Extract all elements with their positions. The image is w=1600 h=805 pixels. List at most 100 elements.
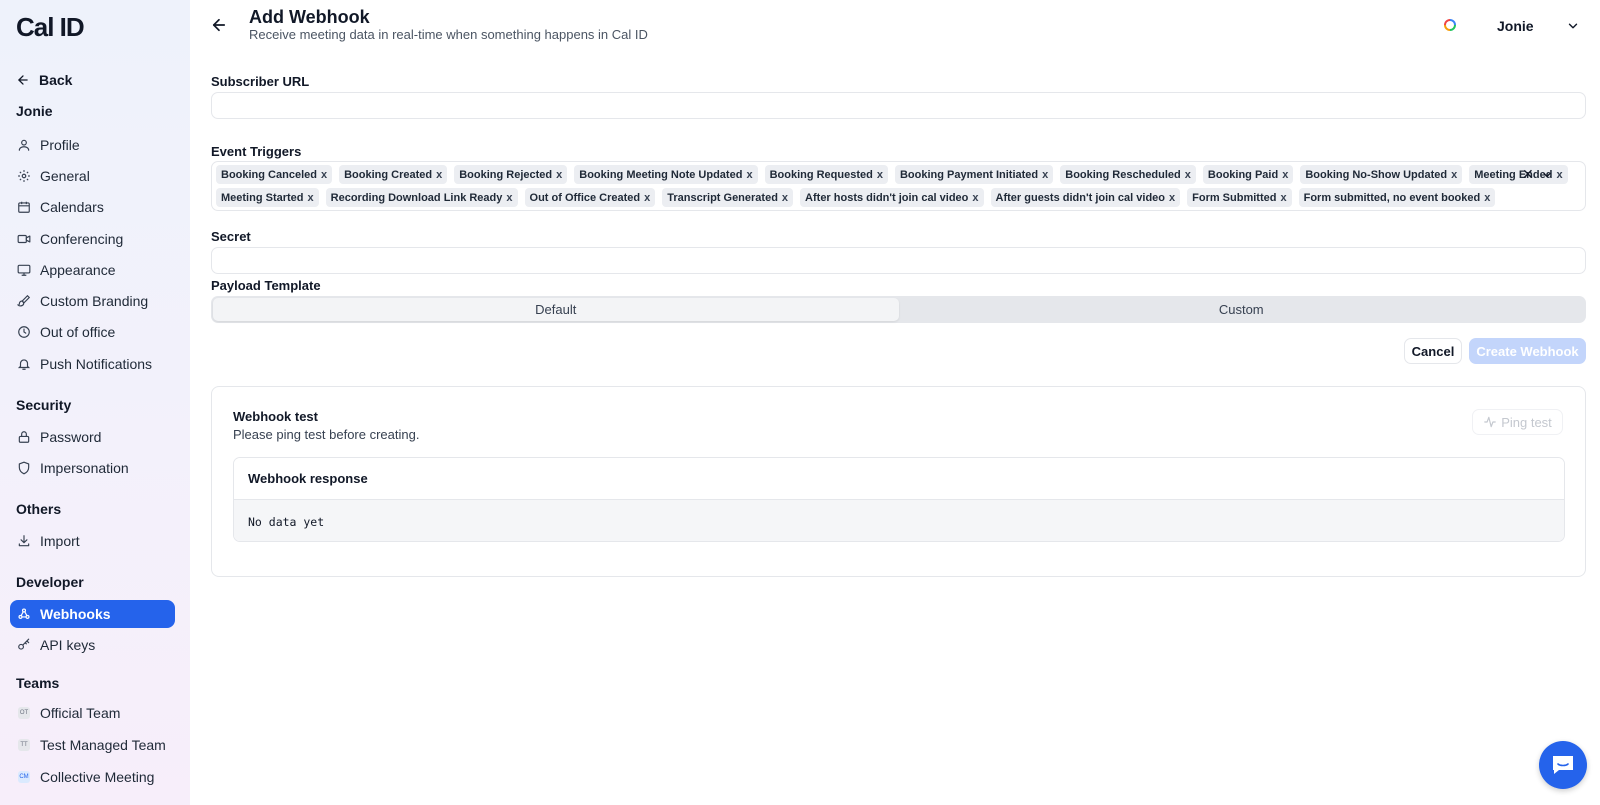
event-trigger-chip: After hosts didn't join cal video x [800,188,984,207]
sidebar-item-webhooks[interactable]: Webhooks [10,600,175,628]
video-icon [16,231,32,247]
remove-chip-icon[interactable]: x [644,192,650,204]
subscriber-url-input[interactable] [211,92,1586,119]
sidebar-item-label: Appearance [40,262,116,278]
sidebar-item-password[interactable]: Password [10,423,175,451]
create-webhook-button[interactable]: Create Webhook [1469,338,1586,364]
status-spinner-icon [1444,19,1456,31]
remove-chip-icon[interactable]: x [1042,169,1048,181]
webhook-response-panel: Webhook response No data yet [233,457,1565,542]
event-trigger-chip: Booking Rejected x [454,165,568,184]
webhook-response-title: Webhook response [234,458,1564,500]
payload-template-toggle: Default Custom [211,296,1586,323]
chevron-down-icon[interactable] [1541,169,1553,181]
sidebar-item-label: Import [40,533,80,549]
chat-bubble-icon [1553,756,1573,774]
remove-chip-icon[interactable]: x [1169,192,1175,204]
remove-chip-icon[interactable]: x [877,169,883,181]
monitor-icon [16,262,32,278]
secret-label: Secret [211,229,251,244]
remove-chip-icon[interactable]: x [1282,169,1288,181]
remove-chip-icon[interactable]: x [506,192,512,204]
calendar-icon [16,199,32,215]
chip-label: Form Submitted [1192,191,1277,204]
chip-label: Booking No-Show Updated [1305,168,1448,181]
shield-icon [16,460,32,476]
remove-chip-icon[interactable]: x [1556,169,1562,181]
sidebar-item-collective-meeting[interactable]: CM Collective Meeting [10,763,175,791]
chip-label: Booking Requested [769,168,873,181]
cancel-button[interactable]: Cancel [1404,338,1462,364]
chip-label: Booking Rejected [459,168,553,181]
chip-label: After hosts didn't join cal video [805,191,969,204]
sidebar-item-profile[interactable]: Profile [10,131,175,159]
remove-chip-icon[interactable]: x [1280,192,1286,204]
remove-chip-icon[interactable]: x [1185,169,1191,181]
sidebar-item-official-team[interactable]: OT Official Team [10,699,175,727]
sidebar-item-general[interactable]: General [10,162,175,190]
chip-label: Booking Paid [1207,168,1279,181]
sidebar-item-label: Official Team [40,705,121,721]
event-triggers-select[interactable]: Booking Canceled x Booking Created x Booking… [211,161,1586,211]
remove-chip-icon[interactable]: x [1451,169,1457,181]
webhook-response-body: No data yet [234,500,1564,541]
remove-chip-icon[interactable]: x [746,169,752,181]
sidebar-item-push-notifications[interactable]: Push Notifications [10,350,175,378]
remove-chip-icon[interactable]: x [556,169,562,181]
sidebar-item-label: Impersonation [40,460,129,476]
page-title: Add Webhook [249,7,370,27]
clear-all-icon[interactable]: ✕ [1522,166,1534,183]
sidebar-item-label: API keys [40,637,96,653]
event-trigger-chip: Booking Requested x [764,165,888,184]
gear-icon [16,168,32,184]
back-link[interactable]: Back [16,72,72,88]
sidebar-item-impersonation[interactable]: Impersonation [10,454,175,482]
team-avatar: TT [18,739,30,751]
main-content: Add Webhook Receive meeting data in real… [190,0,1600,805]
remove-chip-icon[interactable]: x [436,169,442,181]
brush-icon [16,293,32,309]
remove-chip-icon[interactable]: x [308,192,314,204]
user-menu-name[interactable]: Jonie [1497,18,1534,34]
chat-support-button[interactable] [1539,741,1587,789]
payload-option-custom[interactable]: Custom [899,298,1585,321]
sidebar-item-test-managed-team[interactable]: TT Test Managed Team [10,731,175,759]
sidebar-item-custom-branding[interactable]: Custom Branding [10,287,175,315]
sidebar-item-import[interactable]: Import [10,527,175,555]
chip-label: Booking Meeting Note Updated [579,168,743,181]
chevron-down-icon[interactable] [1566,19,1580,33]
payload-option-default[interactable]: Default [213,298,899,321]
arrow-left-icon[interactable] [210,16,228,34]
event-trigger-chip: Form submitted, no event booked x [1298,188,1496,207]
secret-input[interactable] [211,247,1586,274]
ping-test-label: Ping test [1501,414,1552,430]
webhook-test-subtitle: Please ping test before creating. [233,427,420,442]
user-icon [16,137,32,153]
sidebar-item-api-keys[interactable]: API keys [10,631,175,659]
sidebar-item-conferencing[interactable]: Conferencing [10,225,175,253]
event-triggers-label: Event Triggers [211,144,302,159]
remove-chip-icon[interactable]: x [321,169,327,181]
event-trigger-chip: Meeting Started x [216,188,319,207]
chip-label: Booking Canceled [221,168,317,181]
remove-chip-icon[interactable]: x [1484,192,1490,204]
sidebar-item-label: Custom Branding [40,293,149,309]
payload-template-label: Payload Template [211,278,321,293]
arrow-left-icon [18,75,28,85]
section-title-user: Jonie [16,103,53,119]
section-title-developer: Developer [16,574,84,590]
event-trigger-chip: Booking No-Show Updated x [1300,165,1463,184]
remove-chip-icon[interactable]: x [782,192,788,204]
event-trigger-chip: Booking Rescheduled x [1060,165,1196,184]
event-trigger-chip: Recording Download Link Ready x [325,188,518,207]
chip-label: Transcript Generated [667,191,778,204]
remove-chip-icon[interactable]: x [972,192,978,204]
page-subtitle: Receive meeting data in real-time when s… [249,27,648,42]
ping-test-button[interactable]: Ping test [1472,409,1563,435]
sidebar-item-calendars[interactable]: Calendars [10,193,175,221]
event-trigger-chip: After guests didn't join cal video x [990,188,1181,207]
sidebar-item-appearance[interactable]: Appearance [10,256,175,284]
sidebar-item-out-of-office[interactable]: Out of office [10,318,175,346]
sidebar-item-label: Password [40,429,102,445]
section-title-security: Security [16,397,72,413]
